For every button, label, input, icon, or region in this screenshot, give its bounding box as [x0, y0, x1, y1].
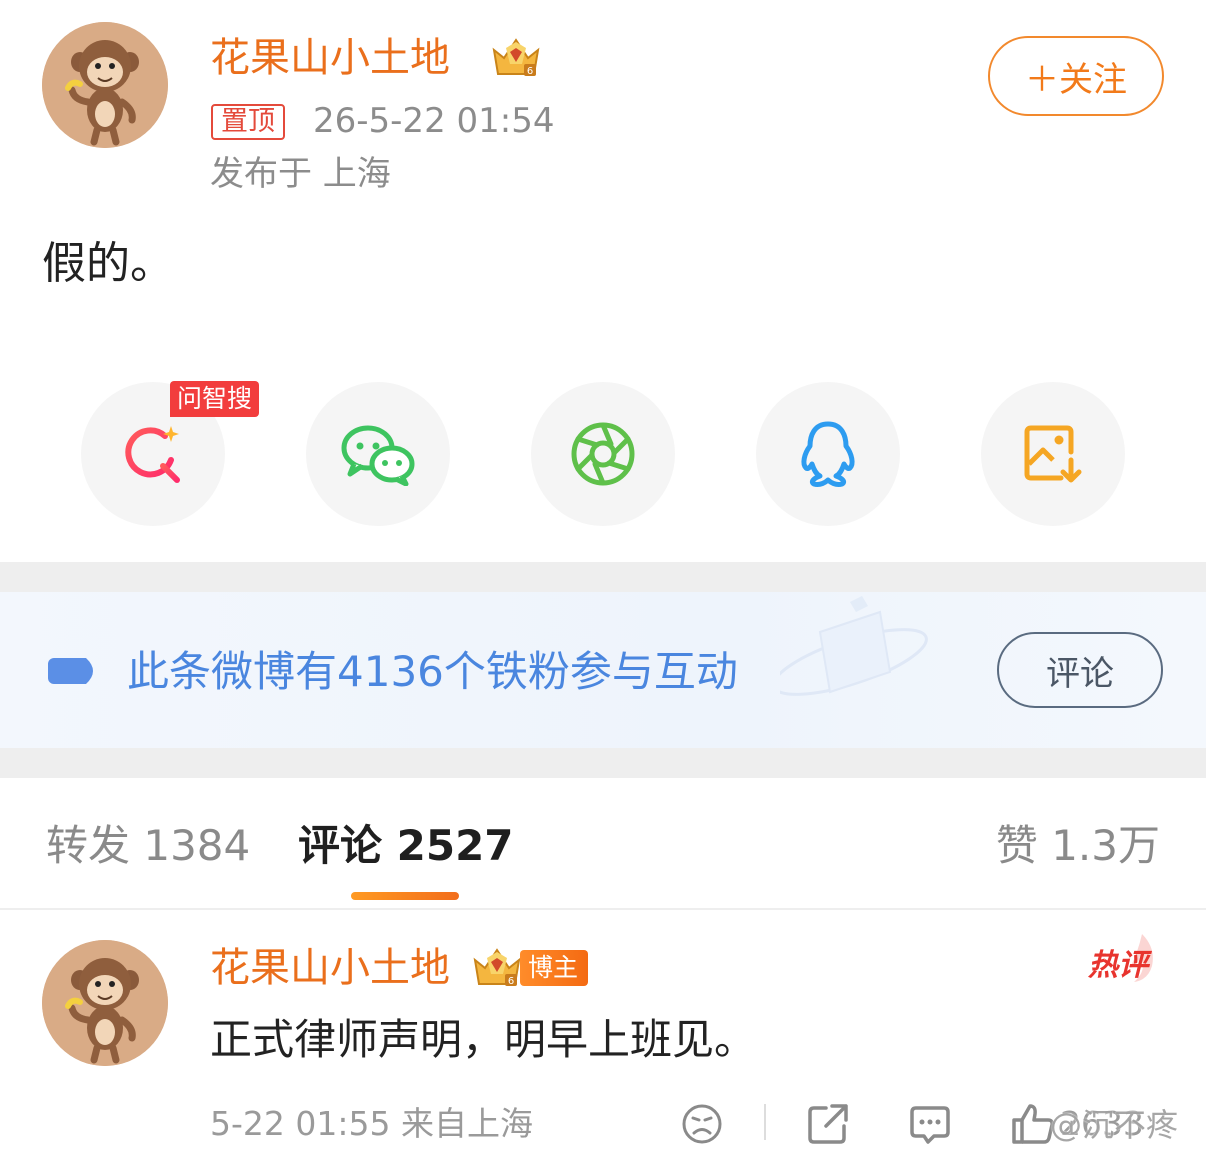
- share-icon[interactable]: [806, 1102, 850, 1146]
- post-username[interactable]: 花果山小土地: [210, 34, 450, 82]
- post-location: 发布于 上海: [210, 154, 391, 194]
- comment-text: 正式律师声明，明早上班见。: [210, 1015, 757, 1064]
- dislike-face-icon[interactable]: [680, 1102, 724, 1146]
- svg-text:6: 6: [508, 976, 514, 987]
- tab-repost[interactable]: 转发 1384: [46, 818, 250, 874]
- reply-comment-icon[interactable]: [908, 1102, 952, 1146]
- tabs-divider: [0, 908, 1206, 910]
- moments-icon: [571, 422, 635, 486]
- banner-comment-button[interactable]: 评论: [997, 632, 1163, 708]
- section-divider: [0, 562, 1206, 592]
- post-timestamp: 26-5-22 01:54: [313, 101, 555, 141]
- author-badge: 博主: [520, 950, 589, 986]
- active-tab-indicator: [351, 892, 459, 900]
- comment-timestamp: 5-22 01:55 来自上海: [210, 1104, 533, 1143]
- wechat-icon: [341, 425, 415, 486]
- post-avatar[interactable]: [42, 22, 168, 148]
- hot-comment-label: 热评: [1088, 948, 1148, 983]
- follow-button[interactable]: ＋关注: [988, 36, 1164, 116]
- share-wechat-button[interactable]: [306, 382, 450, 526]
- post-content: 假的。: [42, 238, 174, 289]
- qq-icon: [801, 421, 855, 487]
- fans-badge-icon: [48, 658, 93, 684]
- banner-decoration-icon: [780, 596, 928, 696]
- comment-username[interactable]: 花果山小土地: [210, 944, 450, 992]
- share-save-image-button[interactable]: [981, 382, 1125, 526]
- save-image-icon: [1024, 425, 1082, 483]
- monkey-avatar-icon: [42, 940, 168, 1066]
- search-icon: [125, 426, 180, 483]
- share-moments-button[interactable]: [531, 382, 675, 526]
- fans-interaction-banner[interactable]: 此条微博有4136个铁粉参与互动 评论: [0, 592, 1206, 748]
- ask-ai-badge: 问智搜: [170, 381, 260, 417]
- watermark: @沉不疼: [1050, 1106, 1179, 1144]
- tab-comments[interactable]: 评论 2527: [298, 818, 514, 874]
- pinned-badge: 置顶: [211, 104, 285, 140]
- section-divider: [0, 748, 1206, 778]
- fans-interaction-text: 此条微博有4136个铁粉参与互动: [127, 647, 738, 696]
- vip-crown-icon: 6: [473, 948, 521, 987]
- action-divider: [764, 1104, 766, 1140]
- vip-crown-icon: 6: [492, 38, 540, 77]
- svg-text:6: 6: [527, 66, 533, 77]
- monkey-avatar-icon: [42, 22, 168, 148]
- share-qq-button[interactable]: [756, 382, 900, 526]
- comment-avatar[interactable]: [42, 940, 168, 1066]
- tab-likes[interactable]: 赞 1.3万: [996, 818, 1160, 874]
